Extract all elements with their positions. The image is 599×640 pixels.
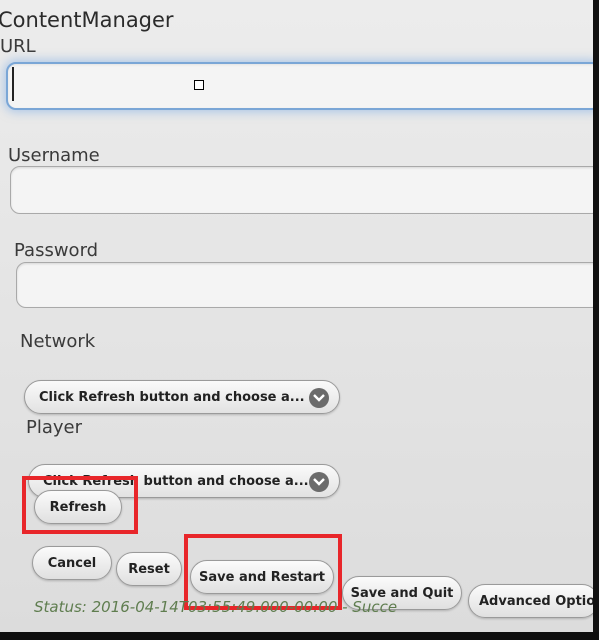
cancel-button[interactable]: Cancel: [32, 546, 112, 580]
screen-bezel-bottom: [0, 632, 599, 640]
network-select[interactable]: Click Refresh button and choose a...: [24, 380, 340, 414]
screen-bezel-right: [593, 0, 599, 640]
advanced-options-button[interactable]: Advanced Optior: [468, 584, 599, 618]
player-label: Player: [26, 417, 83, 438]
save-and-restart-button[interactable]: Save and Restart: [190, 560, 334, 594]
player-select-value: Click Refresh button and choose a...: [43, 473, 309, 489]
username-label: Username: [8, 145, 100, 166]
app-title: ContentManager: [0, 8, 174, 32]
network-select-value: Click Refresh button and choose a...: [39, 389, 305, 405]
url-label: URL: [0, 36, 36, 57]
mouse-cursor-marker: [194, 80, 204, 90]
username-input[interactable]: [10, 166, 599, 214]
chevron-down-icon: [309, 472, 329, 492]
chevron-down-icon: [309, 388, 329, 408]
password-label: Password: [14, 240, 99, 261]
content-manager-panel: ContentManager URL Username Password Net…: [0, 0, 599, 640]
text-caret: [12, 67, 14, 101]
refresh-button[interactable]: Refresh: [34, 490, 122, 524]
password-input[interactable]: [16, 262, 599, 308]
status-text: Status: 2016-04-14T03:55:49.000-00:00 - …: [34, 598, 398, 616]
reset-button[interactable]: Reset: [116, 552, 182, 586]
network-label: Network: [20, 331, 96, 352]
url-input[interactable]: [6, 62, 599, 110]
